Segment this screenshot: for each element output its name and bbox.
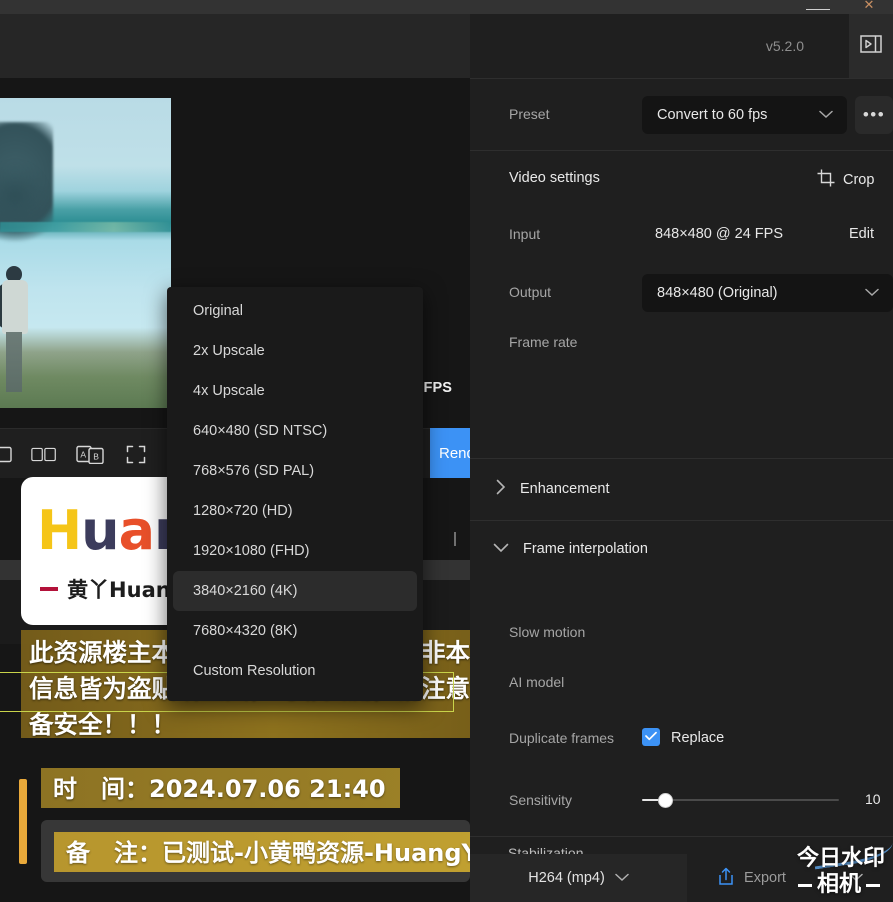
frame-interpolation-section-header[interactable]: Frame interpolation xyxy=(493,520,648,578)
chevron-right-icon xyxy=(496,479,506,499)
app-root: ✕ 848×480px @ 60 FPS xyxy=(0,0,893,902)
ab-compare-icon[interactable]: A B xyxy=(76,442,106,466)
output-label: Output xyxy=(509,284,552,300)
chevron-down-icon xyxy=(865,285,879,301)
person-figure xyxy=(0,266,32,396)
settings-panel: Preset Convert to 60 fps ••• Video setti… xyxy=(470,14,893,902)
frame-rate-label: Frame rate xyxy=(509,334,578,350)
logo-letter-a: a xyxy=(118,499,155,562)
sensitivity-row: Sensitivity 10 xyxy=(470,772,893,830)
chevron-down-icon xyxy=(493,541,509,557)
preset-label: Preset xyxy=(509,106,550,122)
panel-header xyxy=(470,14,893,78)
single-view-icon[interactable] xyxy=(0,442,18,466)
crop-button[interactable]: Crop xyxy=(817,169,874,191)
output-value: 848×480 (Original) xyxy=(657,285,778,301)
accent-bar xyxy=(19,779,27,864)
ai-model-row: AI model xyxy=(470,660,893,716)
dropdown-item-selected[interactable]: 3840×2160 (4K) xyxy=(173,571,417,611)
dropdown-item[interactable]: 7680×4320 (8K) xyxy=(173,611,417,651)
crop-icon xyxy=(817,169,835,191)
output-resolution-dropdown[interactable]: Original 2x Upscale 4x Upscale 640×480 (… xyxy=(167,287,423,701)
sensitivity-value: 10 xyxy=(865,791,881,807)
dropdown-item[interactable]: Original xyxy=(173,291,417,331)
replace-checkbox[interactable] xyxy=(642,728,660,746)
output-select[interactable]: 848×480 (Original) xyxy=(642,274,893,312)
duplicate-frames-label: Duplicate frames xyxy=(509,730,615,746)
input-label: Input xyxy=(509,226,541,242)
duplicate-frames-row: Duplicate frames Replace xyxy=(470,716,893,772)
dropdown-item[interactable]: 1280×720 (HD) xyxy=(173,491,417,531)
slow-motion-label: Slow motion xyxy=(509,624,586,640)
input-edit-button[interactable]: Edit xyxy=(849,226,874,242)
video-settings-row: Video settings Crop xyxy=(470,150,893,206)
window-titlebar: ✕ xyxy=(0,0,893,14)
output-row: Output 848×480 (Original) xyxy=(470,262,893,324)
chevron-down-icon xyxy=(819,107,833,123)
logo-letter-u: u xyxy=(81,499,119,562)
video-preview-frame[interactable] xyxy=(0,98,171,408)
dropdown-item[interactable]: 768×576 (SD PAL) xyxy=(173,451,417,491)
replace-label: Replace xyxy=(671,730,725,746)
panel-toggle-icon xyxy=(860,33,882,60)
enhancement-section-header[interactable]: Enhancement xyxy=(496,458,609,520)
dropdown-item[interactable]: Custom Resolution xyxy=(173,651,417,691)
share-export-icon xyxy=(717,867,735,890)
dropdown-item[interactable]: 4x Upscale xyxy=(173,371,417,411)
chevron-down-icon xyxy=(849,870,863,886)
dropdown-item[interactable]: 2x Upscale xyxy=(173,331,417,371)
sensitivity-slider-knob[interactable] xyxy=(658,793,673,808)
watermark-note-container: 备 注：已测试-小黄鸭资源-HuangYa xyxy=(41,820,505,882)
chevron-down-icon xyxy=(615,870,629,886)
dropdown-item[interactable]: 640×480 (SD NTSC) xyxy=(173,411,417,451)
preset-more-button[interactable]: ••• xyxy=(855,96,893,134)
fullscreen-icon[interactable] xyxy=(123,442,149,466)
sensitivity-label: Sensitivity xyxy=(509,792,573,808)
horizon-band xyxy=(0,222,171,232)
panel-toggle-button[interactable] xyxy=(849,14,893,78)
dropdown-item[interactable]: 1920×1080 (FHD) xyxy=(173,531,417,571)
svg-text:A: A xyxy=(80,450,86,460)
version-label: v5.2.0 xyxy=(765,38,804,54)
codec-select[interactable]: H264 (mp4) xyxy=(470,854,687,902)
frame-rate-row: Frame rate xyxy=(470,324,893,386)
render-button[interactable]: Render xyxy=(430,428,470,478)
preset-row: Preset Convert to 60 fps ••• xyxy=(470,78,893,150)
close-icon[interactable]: ✕ xyxy=(862,0,876,10)
watermark-time-line: 时 间：2024.07.06 21:40 xyxy=(41,768,400,808)
minimize-icon[interactable] xyxy=(806,0,830,10)
preset-value: Convert to 60 fps xyxy=(657,107,768,123)
export-label: Export xyxy=(744,870,786,886)
slow-motion-row: Slow motion xyxy=(470,606,893,660)
watermark-note-line: 备 注：已测试-小黄鸭资源-HuangYa xyxy=(54,832,505,872)
input-value: 848×480 @ 24 FPS xyxy=(655,226,783,242)
logo-letter-h: H xyxy=(36,499,82,562)
crop-label: Crop xyxy=(843,172,875,188)
enhancement-label: Enhancement xyxy=(520,481,610,497)
frame-interpolation-label: Frame interpolation xyxy=(523,541,648,557)
check-icon xyxy=(645,728,657,746)
dash-left-icon xyxy=(40,587,59,591)
svg-text:B: B xyxy=(93,452,99,462)
split-view-icon[interactable] xyxy=(31,442,57,466)
preview-header-band xyxy=(0,14,470,78)
video-settings-label: Video settings xyxy=(509,170,600,186)
ai-model-label: AI model xyxy=(509,674,565,690)
preset-select[interactable]: Convert to 60 fps xyxy=(642,96,847,134)
input-row: Input 848×480 @ 24 FPS Edit xyxy=(470,206,893,262)
codec-value: H264 (mp4) xyxy=(528,870,605,886)
